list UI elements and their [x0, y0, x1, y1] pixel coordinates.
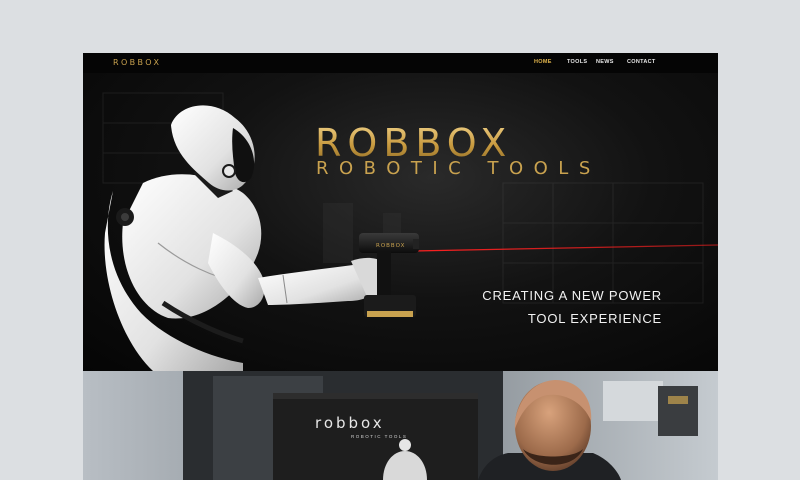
- nav-logo[interactable]: ROBBOX: [113, 58, 161, 67]
- hero-image: ROBBOX: [102, 92, 718, 371]
- banner-subtitle: ROBOTIC TOOLS: [351, 434, 408, 439]
- hero-section: ROBBOX ROBBOX ROBOTIC TOOLS CREATING A N…: [83, 73, 718, 371]
- nav-contact[interactable]: CONTACT: [627, 59, 656, 65]
- hero-tagline-line2: TOOL EXPERIENCE: [527, 311, 662, 326]
- photo-section: robbox ROBOTIC TOOLS: [83, 371, 718, 480]
- nav-news[interactable]: NEWS: [596, 59, 614, 65]
- svg-text:ROBBOX: ROBBOX: [376, 243, 405, 249]
- banner-logo: robbox: [315, 414, 385, 432]
- nav-home[interactable]: HOME: [534, 59, 552, 65]
- hero-tagline-line1: CREATING A NEW POWER: [482, 288, 662, 303]
- top-nav: ROBBOX HOME TOOLS NEWS CONTACT: [83, 53, 718, 73]
- hero-subtitle: ROBOTIC TOOLS: [316, 158, 601, 179]
- nav-tools[interactable]: TOOLS: [567, 59, 587, 65]
- team-photo: [83, 371, 718, 480]
- browser-frame: ROBBOX HOME TOOLS NEWS CONTACT ROBBOX RO…: [83, 53, 718, 480]
